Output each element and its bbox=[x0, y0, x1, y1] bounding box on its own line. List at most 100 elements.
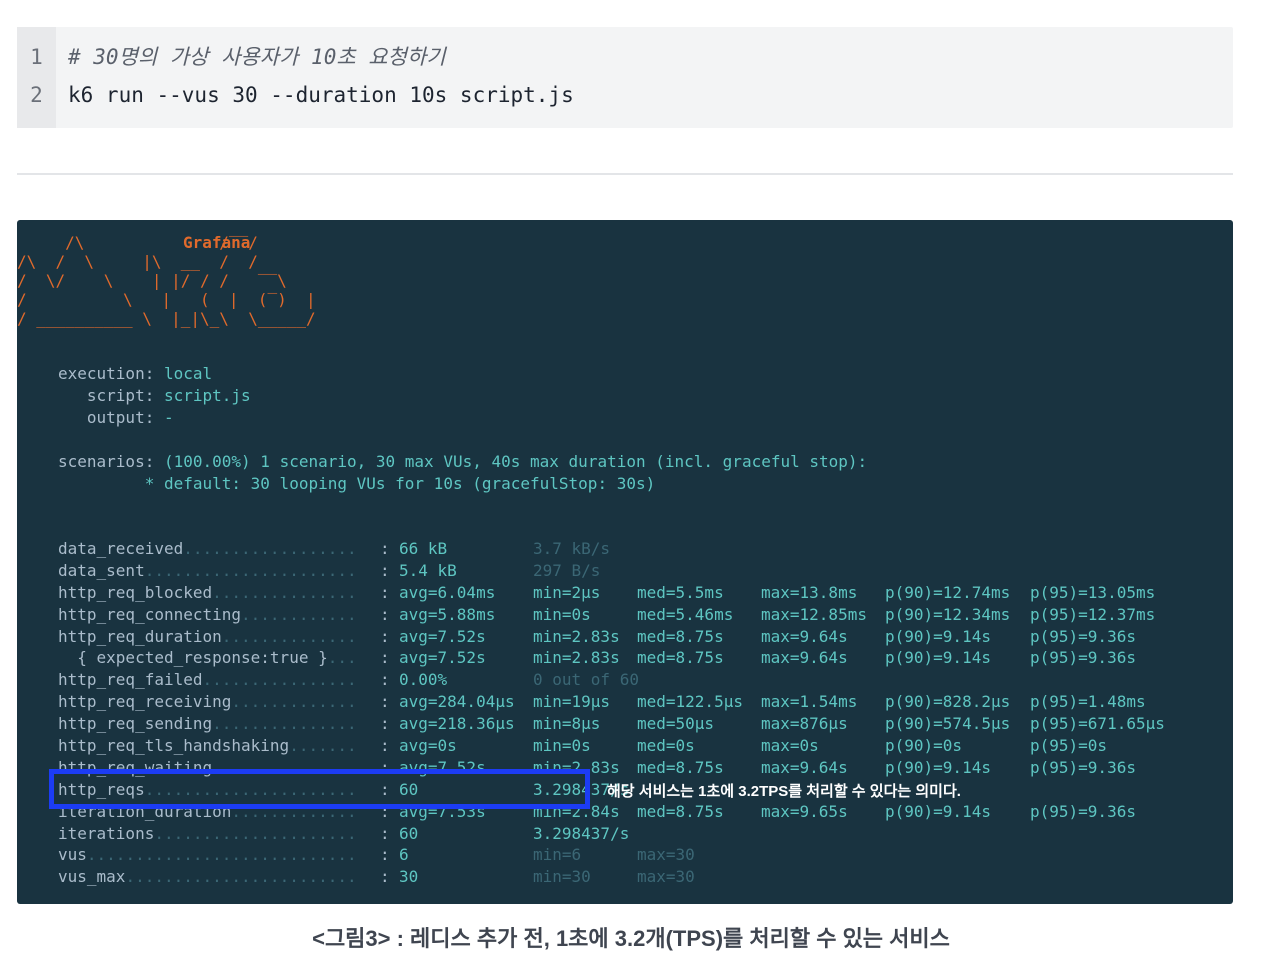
metric-value-c3: med=50µs bbox=[637, 714, 715, 734]
metric-value-c2: min=2.83s bbox=[533, 648, 620, 668]
metric-value-c6: p(95)=9.36s bbox=[1030, 801, 1136, 821]
metric-value-c2: 0 out of 60 bbox=[533, 670, 639, 690]
divider bbox=[17, 173, 1233, 175]
metric-name-text: vus bbox=[58, 845, 87, 865]
metric-name-text: data_received bbox=[58, 539, 184, 558]
metric-name: vus_max........................ bbox=[58, 866, 357, 888]
metric-colon: : bbox=[380, 604, 390, 624]
metric-value-c6: p(95)=671.65µs bbox=[1030, 714, 1165, 734]
metric-name: http_req_duration.............. bbox=[58, 626, 357, 648]
metric-colon: : bbox=[380, 867, 390, 887]
terminal-output: /\ /‾‾/ /\ / \ |\ __ / / / \/ \ | |/ / /… bbox=[17, 220, 1233, 904]
metric-dots: .................. bbox=[183, 539, 357, 558]
execution-label: execution: bbox=[58, 364, 155, 383]
metric-name: iterations..................... bbox=[58, 823, 357, 845]
metric-value-c4: max=876µs bbox=[761, 714, 848, 734]
metric-value-c4: max=9.64s bbox=[761, 626, 848, 646]
metric-name: http_req_receiving............. bbox=[58, 691, 357, 713]
metric-colon: : bbox=[380, 714, 390, 734]
metric-value-c2: min=0s bbox=[533, 604, 591, 624]
scenarios-value: (100.00%) 1 scenario, 30 max VUs, 40s ma… bbox=[163, 452, 868, 471]
annotation-text: 해당 서비스는 1초에 3.2TPS를 처리할 수 있다는 의미다. bbox=[607, 783, 961, 800]
metric-value-c5: p(90)=9.14s bbox=[885, 626, 991, 646]
metric-name: http_req_sending............... bbox=[58, 713, 357, 735]
metric-value-c1: avg=284.04µs bbox=[399, 692, 515, 712]
metric-value-c5: p(90)=828.2µs bbox=[885, 692, 1011, 712]
metric-name: http_req_tls_handshaking....... bbox=[58, 735, 357, 757]
figure-caption: <그림3> : 레디스 추가 전, 1초에 3.2개(TPS)를 처리할 수 있… bbox=[312, 926, 950, 951]
metric-value-c4: max=30 bbox=[637, 867, 695, 887]
metric-value-c5: p(90)=12.34ms bbox=[885, 604, 1011, 624]
metric-value-c1: avg=0s bbox=[399, 736, 457, 756]
metric-value-c5: p(90)=574.5µs bbox=[885, 714, 1011, 734]
metric-name-text: http_req_duration bbox=[58, 626, 222, 646]
script-label: script: bbox=[58, 385, 155, 405]
metric-value-c6: p(95)=9.36s bbox=[1030, 648, 1136, 668]
line-number: 1 bbox=[30, 45, 43, 69]
metric-value-c3: med=5.46ms bbox=[637, 604, 734, 624]
highlight-box bbox=[49, 769, 590, 809]
metric-value-c6: p(95)=13.05ms bbox=[1030, 582, 1156, 602]
metric-value-c3: med=8.75s bbox=[637, 757, 724, 777]
metric-value-c2: 297 B/s bbox=[533, 560, 601, 580]
metric-value-c1: avg=7.52s bbox=[399, 626, 486, 646]
code-lines[interactable]: # 30명의 가상 사용자가 10초 요청하기 k6 run --vus 30 … bbox=[56, 27, 574, 128]
metric-value-c2: 3.298437/s bbox=[533, 823, 630, 843]
metric-value-c1: 30 bbox=[399, 867, 419, 887]
metric-value-c4: max=9.64s bbox=[761, 757, 848, 777]
metric-name: data_received.................. bbox=[58, 538, 357, 560]
metric-value-c1: 0.00% bbox=[399, 670, 448, 690]
script-value: script.js bbox=[163, 385, 251, 405]
metric-colon: : bbox=[380, 736, 390, 756]
metric-value-c3: med=122.5µs bbox=[637, 692, 743, 712]
metric-value-c5: p(90)=9.14s bbox=[885, 757, 991, 777]
line-number: 2 bbox=[30, 83, 43, 107]
metric-value-c4: max=9.65s bbox=[761, 801, 848, 821]
metric-name-text: http_req_receiving bbox=[58, 692, 232, 712]
metric-colon: : bbox=[380, 670, 390, 690]
metric-value-c6: p(95)=9.36s bbox=[1030, 757, 1136, 777]
metric-value-c1: avg=7.52s bbox=[399, 648, 486, 668]
metric-dots: ... bbox=[327, 648, 357, 668]
metric-colon: : bbox=[380, 648, 390, 668]
execution-value: local bbox=[163, 364, 213, 383]
metric-name-text: http_req_tls_handshaking bbox=[58, 736, 290, 756]
metric-name-text: { expected_response:true } bbox=[58, 648, 328, 668]
metric-name-text: data_sent bbox=[58, 560, 145, 580]
metric-dots: ...................... bbox=[144, 560, 357, 580]
scenarios-detail: * default: 30 looping VUs for 10s (grace… bbox=[58, 473, 656, 493]
metric-value-c2: min=30 bbox=[533, 867, 591, 887]
scenarios-label: scenarios: bbox=[58, 452, 155, 471]
logo-title: Grafana bbox=[183, 233, 251, 252]
metric-value-c2: min=2µs bbox=[533, 582, 601, 602]
metric-name-text: http_req_connecting bbox=[58, 604, 242, 624]
metric-name-text: http_req_blocked bbox=[58, 582, 213, 602]
metric-name-text: iterations bbox=[58, 823, 155, 843]
metric-value-c1: 66 kB bbox=[399, 539, 448, 558]
metric-name: { expected_response:true }... bbox=[58, 647, 357, 669]
metric-name: vus............................ bbox=[58, 844, 357, 866]
metric-value-c2: min=6 bbox=[533, 845, 582, 865]
metric-value-c3: med=8.75s bbox=[637, 648, 724, 668]
metric-value-c3: med=5.5ms bbox=[637, 582, 724, 602]
code-block: 1 2 # 30명의 가상 사용자가 10초 요청하기 k6 run --vus… bbox=[17, 27, 1233, 128]
metric-name: http_req_connecting............ bbox=[58, 604, 357, 626]
metric-colon: : bbox=[380, 539, 390, 558]
metric-value-c1: avg=6.04ms bbox=[399, 582, 496, 602]
metric-value-c4: max=0s bbox=[761, 736, 819, 756]
metric-value-c6: p(95)=1.48ms bbox=[1030, 692, 1146, 712]
metric-value-c1: 6 bbox=[399, 845, 409, 865]
metric-name-text: http_req_sending bbox=[58, 714, 213, 734]
metric-colon: : bbox=[380, 582, 390, 602]
metric-value-c5: p(90)=0s bbox=[885, 736, 963, 756]
code-comment-line: # 30명의 가상 사용자가 10초 요청하기 bbox=[68, 45, 446, 69]
metric-dots: ............... bbox=[212, 714, 357, 734]
metric-colon: : bbox=[380, 560, 390, 580]
metric-dots: ................ bbox=[202, 670, 357, 690]
metric-value-c2: min=8µs bbox=[533, 714, 601, 734]
metric-dots: ....... bbox=[289, 736, 357, 756]
metric-value-c2: min=0s bbox=[533, 736, 591, 756]
metric-value-c1: avg=218.36µs bbox=[399, 714, 515, 734]
metric-value-c2: min=19µs bbox=[533, 692, 611, 712]
scenarios-info: scenarios: (100.00%) 1 scenario, 30 max … bbox=[58, 451, 867, 495]
